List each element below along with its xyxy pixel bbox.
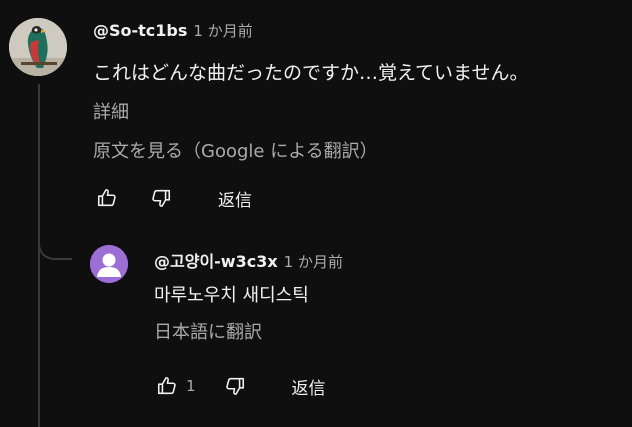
reply-avatar[interactable]: [90, 245, 128, 283]
translation-toggle[interactable]: 原文を見る（Google による翻訳）: [93, 139, 623, 165]
reply-reply-button[interactable]: 返信: [286, 370, 332, 403]
thumb-down-icon: [225, 377, 244, 396]
reply-actions: 1 返信: [152, 370, 332, 402]
reply-header: @고양이-w3c3x 1 か月前: [154, 248, 614, 272]
translate-link[interactable]: 日本語に翻訳: [154, 320, 614, 346]
like-button[interactable]: [92, 183, 122, 213]
reply-comment: @고양이-w3c3x 1 か月前 마루노우치 새디스틱 日本語に翻訳: [154, 248, 614, 346]
thumb-down-icon: [152, 189, 171, 208]
comment-header: @So-tc1bs 1 か月前: [93, 20, 623, 44]
reply-dislike-button[interactable]: [220, 371, 250, 401]
reply-connector: [38, 232, 72, 260]
bird-avatar-icon: [9, 18, 67, 76]
comment-timestamp[interactable]: 1 か月前: [193, 20, 252, 41]
thumb-up-icon: [157, 376, 176, 395]
reply-timestamp[interactable]: 1 か月前: [284, 251, 343, 272]
avatar[interactable]: [9, 18, 67, 76]
author-name[interactable]: @So-tc1bs: [93, 21, 187, 40]
read-more-link[interactable]: 詳細: [93, 100, 623, 126]
thumb-up-icon: [97, 188, 116, 207]
comment-text: これはどんな曲だったのですか…覚えていません。: [93, 62, 529, 84]
like-count: 1: [186, 377, 196, 395]
comment-actions: 返信: [92, 182, 258, 214]
reply-text: 마루노우치 새디스틱: [154, 285, 309, 306]
thread-line: [38, 84, 40, 427]
reply-button[interactable]: 返信: [212, 182, 258, 215]
comment: @So-tc1bs 1 か月前 これはどんな曲だったのですか…覚えていません。 …: [93, 20, 623, 165]
dislike-button[interactable]: [146, 183, 176, 213]
reply-like-button[interactable]: [152, 371, 182, 401]
reply-author-name[interactable]: @고양이-w3c3x: [154, 248, 278, 272]
person-icon: [90, 245, 128, 283]
